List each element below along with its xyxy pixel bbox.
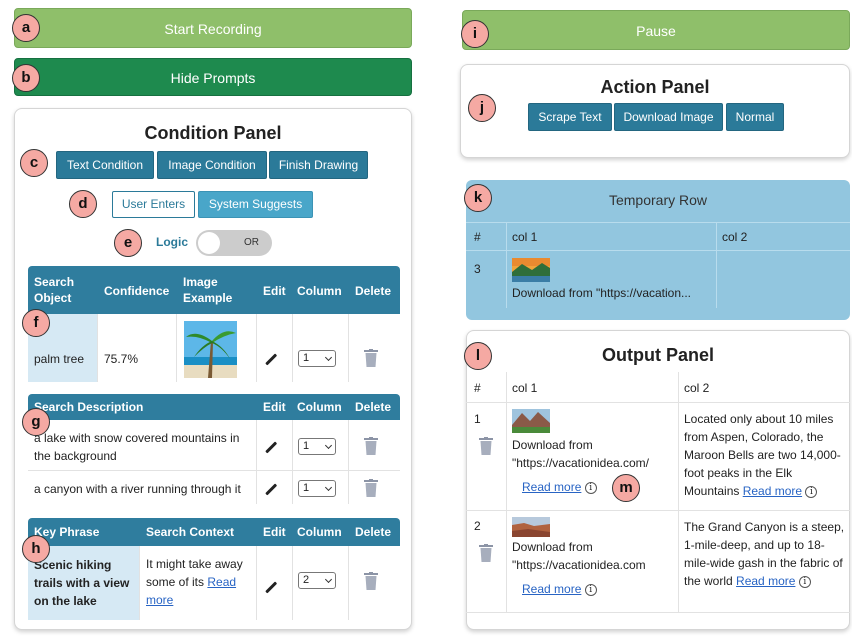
- logic-switch[interactable]: OR: [196, 230, 272, 256]
- grand-canyon-thumbnail: [512, 517, 550, 537]
- row-num: 2: [474, 519, 481, 533]
- context-cell: It might take away some of its Read more: [146, 557, 243, 607]
- info-icon[interactable]: i: [584, 583, 597, 596]
- badge-e: e: [114, 229, 142, 257]
- badge-c: c: [20, 149, 48, 177]
- badge-g: g: [22, 408, 50, 436]
- col-2: col 2: [722, 230, 748, 244]
- col-search-object: Search Object: [34, 275, 75, 305]
- output-col2-cell: The Grand Canyon is a steep, 1-mile-deep…: [684, 520, 845, 588]
- object-cell: palm tree: [34, 352, 85, 366]
- col-num: #: [474, 381, 481, 395]
- trash-icon[interactable]: [364, 349, 378, 367]
- read-more-row: Read more i: [522, 580, 597, 598]
- trash-icon[interactable]: [479, 544, 493, 562]
- read-more-link[interactable]: Read more: [736, 574, 795, 588]
- output-col1-cell: Download from "https://vacationidea.com/: [512, 438, 649, 470]
- trash-icon[interactable]: [364, 437, 378, 455]
- user-enters-toggle[interactable]: User Enters: [112, 191, 195, 218]
- maroon-bells-thumbnail: [512, 409, 550, 433]
- row-num: 3: [474, 262, 481, 276]
- hide-prompts-button[interactable]: Hide Prompts: [14, 58, 412, 96]
- logic-value: OR: [244, 237, 259, 248]
- lake-thumbnail: [512, 258, 550, 282]
- description-cell: a canyon with a river running through it: [34, 482, 241, 496]
- system-suggests-toggle[interactable]: System Suggests: [198, 191, 313, 218]
- scrape-text-button[interactable]: Scrape Text: [528, 103, 612, 131]
- col-1: col 1: [512, 381, 538, 395]
- trash-icon[interactable]: [479, 437, 493, 455]
- badge-f: f: [22, 309, 50, 337]
- col-column: Column: [297, 525, 342, 539]
- col-column: Column: [297, 400, 342, 414]
- badge-i: i: [461, 20, 489, 48]
- description-table-header: Search Description Edit Column Delete: [28, 394, 400, 420]
- col-delete: Delete: [355, 400, 392, 414]
- col-column: Column: [297, 284, 342, 298]
- action-panel-title: Action Panel: [600, 77, 710, 97]
- object-table-header: Search Object Confidence Image Example E…: [28, 266, 400, 314]
- col-edit: Edit: [263, 400, 286, 414]
- download-image-button[interactable]: Download Image: [614, 103, 723, 131]
- tab-image-condition[interactable]: Image Condition: [157, 151, 267, 179]
- palm-tree-image: [184, 321, 237, 378]
- trash-icon[interactable]: [364, 572, 378, 590]
- temporary-row-title: Temporary Row: [608, 192, 708, 208]
- start-recording-button[interactable]: Start Recording: [14, 8, 412, 48]
- column-select[interactable]: 1: [298, 480, 336, 497]
- read-more-link[interactable]: Read more: [743, 484, 802, 498]
- col-search-description: Search Description: [34, 400, 144, 414]
- badge-m: m: [612, 474, 640, 502]
- output-col1-cell: Download from "https://vacationidea.com: [512, 540, 646, 572]
- confidence-cell: 75.7%: [104, 352, 139, 366]
- finish-drawing-button[interactable]: Finish Drawing: [269, 151, 368, 179]
- info-icon[interactable]: i: [798, 575, 811, 588]
- temp-row-text: Download from "https://vacation...: [512, 286, 692, 300]
- row-num: 1: [474, 412, 481, 426]
- col-num: #: [474, 230, 481, 244]
- badge-k: k: [464, 184, 492, 212]
- logic-label: Logic: [156, 235, 188, 249]
- col-image-example: Image Example: [183, 275, 233, 305]
- output-col2-cell: Located only about 10 miles from Aspen, …: [684, 412, 841, 498]
- read-more-row: Read more i: [522, 478, 597, 496]
- badge-a: a: [12, 14, 40, 42]
- trash-icon[interactable]: [364, 479, 378, 497]
- badge-d: d: [69, 190, 97, 218]
- col-confidence: Confidence: [104, 284, 170, 298]
- col-1: col 1: [512, 230, 538, 244]
- info-icon[interactable]: i: [805, 485, 818, 498]
- tab-text-condition[interactable]: Text Condition: [56, 151, 154, 179]
- badge-h: h: [22, 535, 50, 563]
- info-icon[interactable]: i: [584, 481, 597, 494]
- col-delete: Delete: [355, 525, 392, 539]
- pause-button[interactable]: Pause: [462, 10, 850, 50]
- badge-j: j: [468, 94, 496, 122]
- output-panel-title: Output Panel: [602, 345, 714, 365]
- badge-b: b: [12, 64, 40, 92]
- column-select[interactable]: 2: [298, 572, 336, 589]
- switch-knob: [198, 232, 220, 254]
- badge-l: l: [464, 342, 492, 370]
- column-select[interactable]: 1: [298, 438, 336, 455]
- normal-button[interactable]: Normal: [726, 103, 784, 131]
- read-more-link[interactable]: Read more: [522, 582, 581, 596]
- col-search-context: Search Context: [146, 525, 235, 539]
- phrase-table-header: Key Phrase Search Context Edit Column De…: [28, 518, 400, 546]
- column-select[interactable]: 1: [298, 350, 336, 367]
- temporary-row-panel: Temporary Row # col 1 col 2 3 Download f…: [466, 180, 850, 320]
- col-delete: Delete: [355, 284, 392, 298]
- col-edit: Edit: [263, 284, 286, 298]
- condition-panel-title: Condition Panel: [144, 123, 282, 143]
- col-2: col 2: [684, 381, 710, 395]
- phrase-cell: Scenic hiking trails with a view on the …: [34, 558, 130, 608]
- description-cell: a lake with snow covered mountains in th…: [34, 431, 240, 463]
- col-edit: Edit: [263, 525, 286, 539]
- read-more-link[interactable]: Read more: [522, 480, 581, 494]
